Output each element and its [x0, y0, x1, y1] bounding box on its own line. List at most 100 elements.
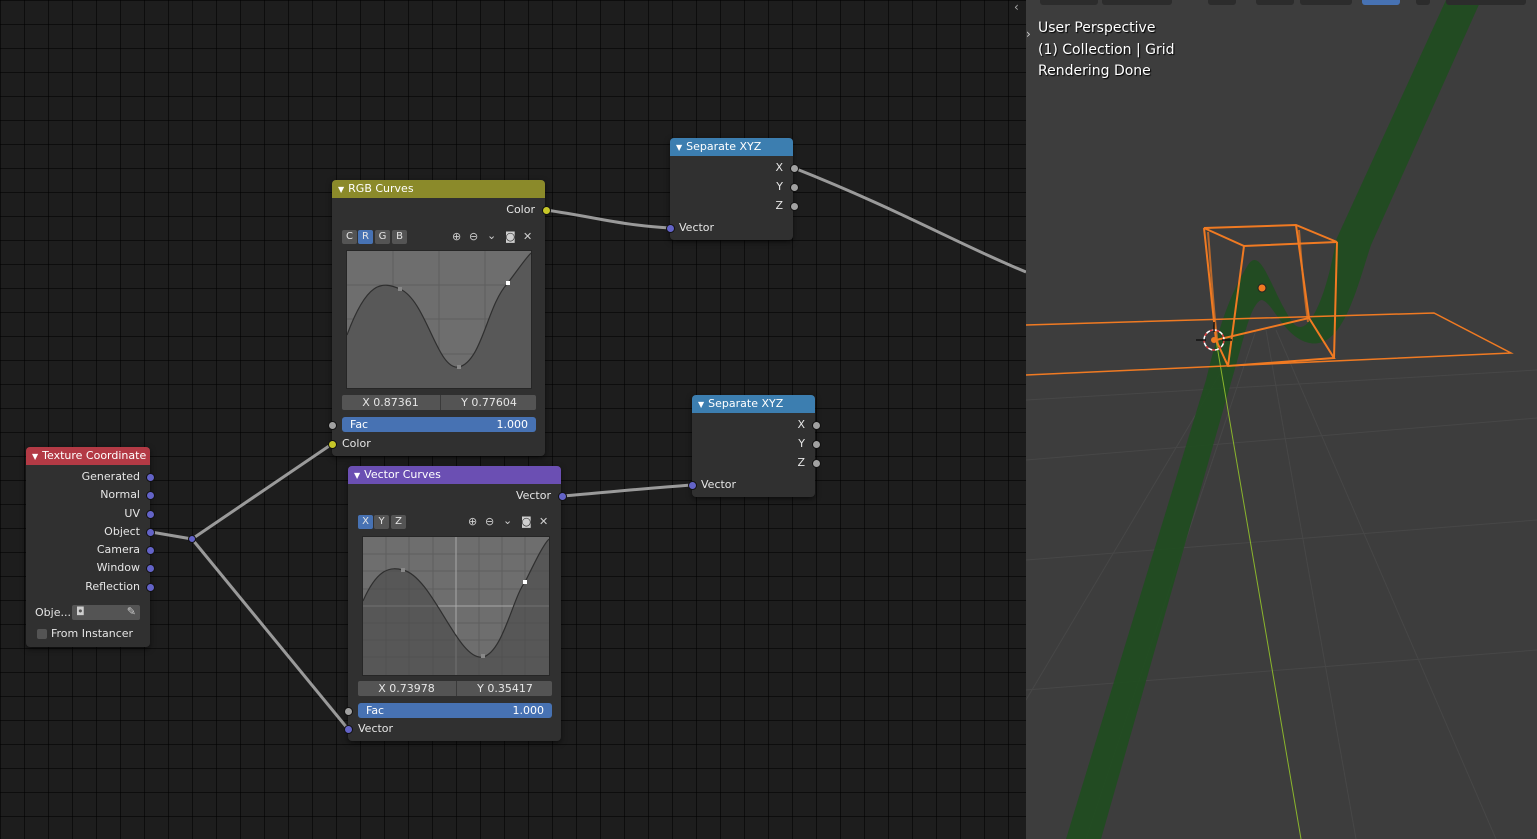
socket-y-out[interactable] [790, 183, 799, 192]
fac-slider[interactable]: Fac 1.000 [342, 417, 536, 432]
collapse-icon[interactable]: ▼ [32, 448, 38, 465]
object-origin [1257, 283, 1267, 293]
channel-z-button[interactable]: Z [391, 515, 406, 529]
socket-color-out[interactable] [542, 206, 551, 215]
chevron-right-icon[interactable]: › [1026, 27, 1031, 41]
input-vector-label: Vector [358, 722, 394, 735]
socket-window[interactable] [146, 564, 155, 573]
separate-xyz-node-2[interactable]: ▼ Separate XYZ X Y Z Vector [688, 395, 821, 497]
node-header[interactable]: ▼ Separate XYZ [670, 138, 793, 156]
texture-coordinate-node[interactable]: ▼ Texture Coordinate Generated Normal UV … [26, 447, 155, 647]
socket-z-out[interactable] [812, 459, 821, 468]
chevron-down-icon[interactable]: ⌄ [487, 229, 496, 243]
fac-label: Fac [350, 418, 369, 431]
dot-icon[interactable]: ◙ [521, 515, 532, 529]
socket-vector-in[interactable] [688, 481, 697, 490]
3d-viewport[interactable]: › User Perspective (1) Collection | Grid… [1026, 0, 1537, 839]
header-tool-button[interactable] [1040, 0, 1098, 5]
socket-object[interactable] [146, 528, 155, 537]
rgb-curve-graph [346, 251, 532, 388]
socket-uv[interactable] [146, 510, 155, 519]
node-header[interactable]: ▼ Vector Curves [348, 466, 561, 484]
socket-fac-in[interactable] [328, 421, 337, 430]
header-tool-button[interactable] [1256, 0, 1294, 5]
curve-point [398, 287, 402, 291]
chevron-left-icon[interactable]: ‹ [1014, 0, 1019, 14]
zoom-in-icon[interactable]: ⊕ [468, 515, 477, 529]
socket-z-out[interactable] [790, 202, 799, 211]
zoom-out-icon[interactable]: ⊖ [485, 515, 494, 529]
channel-y-button[interactable]: Y [374, 515, 389, 529]
chevron-down-icon[interactable]: ⌄ [503, 514, 512, 528]
y-coordinate-field[interactable]: Y 0.35417 [456, 681, 553, 696]
socket-vector-in[interactable] [666, 224, 675, 233]
x-coordinate-field[interactable]: X 0.73978 [358, 681, 455, 696]
node-title: RGB Curves [348, 182, 414, 195]
socket-vector-out[interactable] [558, 492, 567, 501]
input-vector-label: Vector [701, 478, 737, 491]
curve-point [457, 365, 461, 369]
object-field-label: Obje... [35, 606, 71, 619]
curve-point [401, 568, 405, 572]
header-tool-button[interactable] [1208, 0, 1236, 5]
fac-slider[interactable]: Fac 1.000 [358, 703, 552, 718]
curve-point-coordinates[interactable]: X 0.87361 Y 0.77604 [342, 395, 536, 410]
link-object-to-reroute [150, 530, 193, 541]
header-tool-button[interactable] [1300, 0, 1352, 5]
channel-b-button[interactable]: B [392, 230, 407, 244]
rgb-curve-editor[interactable] [346, 250, 532, 389]
header-tool-button[interactable] [1446, 0, 1526, 5]
x-icon[interactable]: ✕ [539, 515, 548, 529]
output-z-label: Z [797, 456, 805, 469]
channel-c-button[interactable]: C [342, 230, 357, 244]
vector-curves-node[interactable]: ▼ Vector Curves Vector X Y Z ⊕ ⊖ ⌄ ◙ ✕ X… [344, 466, 567, 741]
header-tool-button[interactable] [1362, 0, 1400, 5]
from-instancer-checkbox[interactable] [37, 629, 47, 639]
fac-label: Fac [366, 704, 385, 717]
eyedropper-icon[interactable]: ✎ [127, 605, 136, 619]
from-instancer-label: From Instancer [51, 627, 134, 640]
socket-color-in[interactable] [328, 440, 337, 449]
rgb-curves-node[interactable]: ▼ RGB Curves Color C R G B ⊕ ⊖ ⌄ ◙ ✕ X 0… [328, 180, 551, 456]
x-coordinate-field[interactable]: X 0.87361 [342, 395, 439, 410]
node-header[interactable]: ▼ Texture Coordinate [26, 447, 150, 465]
y-coordinate-field[interactable]: Y 0.77604 [440, 395, 537, 410]
collapse-icon[interactable]: ▼ [676, 139, 682, 156]
socket-generated[interactable] [146, 473, 155, 482]
header-tool-button[interactable] [1102, 0, 1172, 5]
curve-point-coordinates[interactable]: X 0.73978 Y 0.35417 [358, 681, 552, 696]
output-y-label: Y [798, 437, 805, 450]
channel-r-button[interactable]: R [358, 230, 373, 244]
socket-reflection[interactable] [146, 583, 155, 592]
channel-g-button[interactable]: G [375, 230, 390, 244]
node-header[interactable]: ▼ Separate XYZ [692, 395, 815, 413]
vector-curve-editor[interactable] [362, 536, 550, 676]
socket-camera[interactable] [146, 546, 155, 555]
channel-x-button[interactable]: X [358, 515, 373, 529]
socket-vector-in[interactable] [344, 725, 353, 734]
output-z-label: Z [775, 199, 783, 212]
socket-x-out[interactable] [812, 421, 821, 430]
collapse-icon[interactable]: ▼ [338, 181, 344, 198]
node-header[interactable]: ▼ RGB Curves [332, 180, 545, 198]
curve-point-selected [523, 580, 527, 584]
fac-value: 1.000 [496, 418, 529, 431]
collapse-icon[interactable]: ▼ [354, 467, 360, 484]
header-tool-button[interactable] [1416, 0, 1430, 5]
socket-y-out[interactable] [812, 440, 821, 449]
object-field[interactable]: ◘ ✎ [72, 605, 140, 620]
zoom-in-icon[interactable]: ⊕ [452, 230, 461, 244]
socket-x-out[interactable] [790, 164, 799, 173]
collapse-icon[interactable]: ▼ [698, 396, 704, 413]
x-icon[interactable]: ✕ [523, 230, 532, 244]
viewport-header[interactable] [1026, 0, 1537, 6]
separate-xyz-node-1[interactable]: ▼ Separate XYZ X Y Z Vector [666, 138, 799, 240]
node-editor[interactable]: ▼ Texture Coordinate Generated Normal UV … [0, 0, 1026, 839]
dot-icon[interactable]: ◙ [505, 230, 516, 244]
output-camera: Camera [96, 543, 140, 556]
socket-fac-in[interactable] [344, 707, 353, 716]
zoom-out-icon[interactable]: ⊖ [469, 230, 478, 244]
socket-normal[interactable] [146, 491, 155, 500]
link-x-out [793, 166, 1026, 274]
output-normal: Normal [100, 488, 140, 501]
